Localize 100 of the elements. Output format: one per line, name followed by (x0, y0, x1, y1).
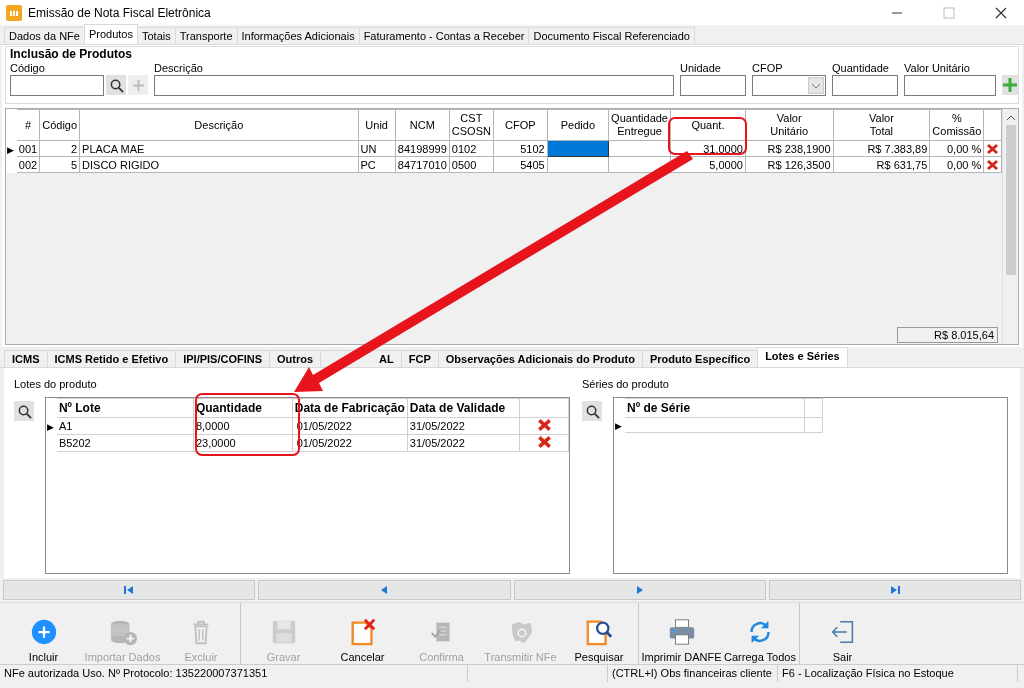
scrollbar[interactable] (1002, 109, 1018, 344)
tab[interactable]: Observações Adicionais do Produto (437, 350, 643, 367)
table-cell: R$ 7.383,89 (833, 140, 930, 157)
tab[interactable]: Dados da NFe (4, 27, 85, 44)
field-label: Quantidade (832, 61, 890, 75)
table-cell: R$ 126,3500 (745, 156, 834, 173)
tab[interactable]: Documento Fiscal Referenciado (528, 27, 695, 44)
tab[interactable]: Produtos (83, 24, 138, 44)
column-header: Data de Validade (407, 398, 520, 418)
tab[interactable]: ICMS (4, 350, 48, 367)
app-icon (6, 4, 22, 21)
table-cell: B5202 (56, 434, 194, 452)
column-header: Valor Total (833, 109, 930, 141)
field-label: Descrição (154, 61, 204, 75)
table-cell: 0102 (449, 140, 494, 157)
table-cell: 001 (16, 140, 40, 157)
column-header: # (16, 109, 40, 141)
table-cell: PLACA MAE (79, 140, 358, 157)
chevron-down-icon (811, 82, 821, 89)
search-button[interactable] (106, 75, 126, 95)
delete-icon[interactable] (536, 418, 552, 432)
search-icon (584, 403, 600, 419)
column-header: Quantidade Entregue (608, 109, 671, 141)
row-pointer: ▶ (7, 144, 14, 155)
field-label: Código (10, 61, 46, 75)
table-cell: PC (358, 156, 396, 173)
table-cell: 8,0000 (193, 417, 293, 435)
search-icon (16, 403, 32, 419)
first-icon (124, 585, 135, 595)
column-header: Quantidade (193, 398, 293, 418)
column-header: Unid (358, 109, 396, 141)
table-cell: 5405 (493, 156, 548, 173)
last-icon (889, 585, 900, 595)
table-cell: 5102 (493, 140, 548, 157)
table-cell: 84198999 (395, 140, 450, 157)
table-cell: DISCO RIGIDO (79, 156, 358, 173)
table-cell: 23,0000 (193, 434, 293, 452)
input-field[interactable] (154, 75, 674, 96)
toolbar-button[interactable]: Cancelar (323, 603, 402, 664)
toolbar-button[interactable]: Pesquisar (560, 603, 639, 664)
column-header: Nº Lote (56, 398, 194, 418)
column-header: Quant. (670, 109, 746, 141)
table-cell: 0,00 % (929, 156, 984, 173)
section-label: Séries do produto (582, 378, 670, 392)
table-cell: A1 (56, 417, 194, 435)
input-field[interactable] (832, 75, 898, 96)
delete-icon[interactable] (986, 142, 1000, 155)
table-cell: 5 (39, 156, 80, 173)
tab[interactable]: Lotes e Séries (757, 347, 848, 367)
toolbar-button[interactable]: Sair (803, 603, 882, 664)
plus-icon (130, 77, 146, 93)
input-field[interactable] (680, 75, 746, 96)
field-label: Unidade (680, 61, 722, 75)
column-header: CST CSOSN (449, 109, 494, 141)
table-cell: 0,00 % (929, 140, 984, 157)
group-title: Inclusão de Produtos (10, 47, 133, 61)
table-cell: 84717010 (395, 156, 450, 173)
toolbar-button[interactable]: Incluir (4, 603, 83, 664)
delete-icon[interactable] (536, 435, 552, 449)
status-text: NFe autorizada Uso. Nº Protocolo: 135220007371351 (0, 665, 468, 682)
column-header: NCM (395, 109, 450, 141)
column-header: Pedido (547, 109, 609, 141)
status-text: (CTRL+I) Obs financeiras cliente (608, 665, 778, 682)
table-cell: 0500 (449, 156, 494, 173)
chevron-up-icon (1005, 115, 1016, 121)
add-button[interactable] (1002, 75, 1018, 95)
status-text: F6 - Localização Física no Estoque (778, 665, 1018, 682)
tab[interactable]: Transporte (174, 27, 238, 44)
column-header: CFOP (493, 109, 548, 141)
input-field[interactable] (904, 75, 996, 96)
row-pointer: ▶ (47, 422, 54, 432)
field-label: Valor Unitário (904, 61, 971, 75)
table-cell: UN (358, 140, 396, 157)
table-cell: R$ 631,75 (833, 156, 930, 173)
section-label: Lotes do produto (14, 378, 98, 392)
window-title: Emissão de Nota Fiscal Eletrônica (28, 5, 212, 20)
toolbar-button[interactable]: Imprimir DANFE (642, 603, 721, 664)
search-icon (108, 77, 124, 93)
table-cell: 31/05/2022 (407, 434, 520, 452)
column-header: Valor Unitário (745, 109, 834, 141)
table-cell: R$ 238,1900 (745, 140, 834, 157)
column-header: % Comissão (929, 109, 984, 141)
row-pointer: ▶ (615, 421, 622, 431)
search-button[interactable] (582, 401, 602, 421)
previous-icon (379, 585, 390, 595)
dropdown[interactable] (752, 75, 826, 96)
toolbar-button[interactable]: Carrega Todos (721, 603, 800, 664)
input-field[interactable] (10, 75, 104, 96)
plus-icon (1002, 77, 1018, 93)
table-cell: 2 (39, 140, 80, 157)
column-header: Código (39, 109, 80, 141)
tab[interactable]: Informações Adicionais (236, 27, 360, 44)
next-icon (634, 585, 645, 595)
table-cell: 31/05/2022 (407, 417, 520, 435)
table-cell: 002 (16, 156, 40, 173)
search-button[interactable] (14, 401, 34, 421)
field-label: CFOP (752, 61, 784, 75)
delete-icon[interactable] (986, 158, 1000, 171)
column-header: Nº de Série (624, 398, 805, 418)
column-header: Descrição (79, 109, 358, 141)
